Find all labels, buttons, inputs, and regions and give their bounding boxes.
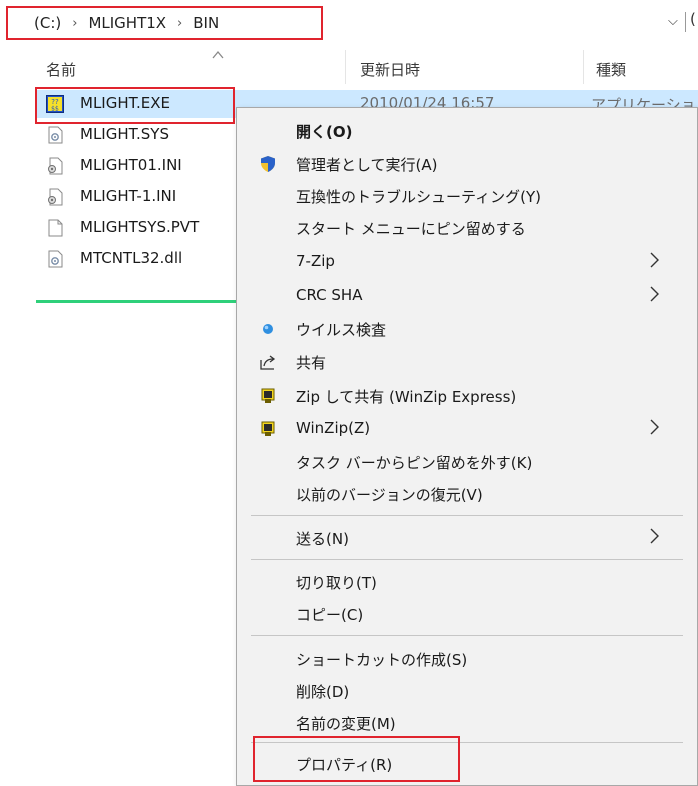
menu-item-label: タスク バーからピン留めを外す(K): [296, 454, 533, 472]
file-name: MLIGHT-1.INI: [80, 187, 177, 205]
uac-shield-icon: [261, 156, 275, 172]
menu-item-zip-and-share[interactable]: Zip して共有 (WinZip Express): [237, 380, 698, 411]
breadcrumb-folder-mlight1x[interactable]: MLIGHT1X: [88, 14, 166, 32]
menu-item-troubleshoot-compatibility[interactable]: 互換性のトラブルシューティング(Y): [237, 180, 698, 211]
menu-item-label: 共有: [296, 354, 327, 372]
file-name: MLIGHT01.INI: [80, 156, 182, 174]
dll-file-icon: [48, 250, 63, 268]
menu-item-label: 切り取り(T): [296, 574, 377, 592]
submenu-arrow-icon: [650, 528, 659, 544]
menu-item-label: スタート メニューにピン留めする: [296, 220, 526, 238]
breadcrumb-separator-icon[interactable]: ›: [177, 16, 182, 31]
menu-item-delete[interactable]: 削除(D): [237, 675, 698, 706]
menu-separator: [251, 559, 683, 560]
address-bar[interactable]: (C:) › MLIGHT1X › BIN ⌵ (: [0, 0, 698, 42]
share-icon: [260, 355, 276, 370]
menu-item-run-as-admin[interactable]: 管理者として実行(A): [237, 148, 698, 179]
menu-item-unpin-taskbar[interactable]: タスク バーからピン留めを外す(K): [237, 446, 698, 477]
menu-item-label: 名前の変更(M): [296, 715, 396, 733]
menu-item-label: 7-Zip: [296, 252, 335, 270]
submenu-arrow-icon: [650, 419, 659, 435]
menu-item-7zip[interactable]: 7-Zip: [237, 246, 698, 277]
breadcrumb-separator-icon[interactable]: ›: [72, 16, 77, 31]
antivirus-icon: [263, 324, 273, 334]
column-header-name[interactable]: 名前: [46, 59, 76, 80]
menu-item-label: 送る(N): [296, 530, 349, 548]
menu-item-rename[interactable]: 名前の変更(M): [237, 707, 698, 738]
highlight-box-properties: [253, 736, 460, 782]
ini-file-icon: [48, 157, 63, 175]
breadcrumb[interactable]: (C:) › MLIGHT1X › BIN: [6, 6, 323, 40]
menu-item-label: 開く(O): [296, 123, 353, 141]
menu-item-pin-to-start[interactable]: スタート メニューにピン留めする: [237, 212, 698, 243]
menu-separator: [251, 515, 683, 516]
file-name: MLIGHTSYS.PVT: [80, 218, 200, 236]
breadcrumb-drive[interactable]: (C:): [34, 14, 61, 32]
menu-item-open[interactable]: 開く(O): [237, 115, 698, 146]
context-menu: 開く(O) 管理者として実行(A) 互換性のトラブルシューティング(Y) スター…: [236, 107, 698, 786]
menu-item-winzip[interactable]: WinZip(Z): [237, 413, 698, 444]
menu-item-label: 削除(D): [296, 683, 350, 701]
file-name: MLIGHT.SYS: [80, 125, 169, 143]
menu-item-label: 以前のバージョンの復元(V): [296, 486, 483, 504]
menu-item-copy[interactable]: コピー(C): [237, 598, 698, 629]
menu-item-label: CRC SHA: [296, 286, 363, 304]
menu-item-label: コピー(C): [296, 606, 364, 624]
highlight-box-selected-file: [35, 87, 235, 124]
breadcrumb-folder-bin[interactable]: BIN: [193, 14, 219, 32]
menu-item-crc-sha[interactable]: CRC SHA: [237, 280, 698, 311]
menu-item-label: WinZip(Z): [296, 419, 371, 437]
sort-ascending-icon: [212, 50, 224, 59]
file-name: MTCNTL32.dll: [80, 249, 183, 267]
blank-file-icon: [48, 219, 63, 237]
menu-item-create-shortcut[interactable]: ショートカットの作成(S): [237, 643, 698, 674]
address-dropdown-icon[interactable]: ⌵: [668, 14, 678, 29]
winzip-icon: [261, 388, 275, 403]
column-divider[interactable]: [583, 50, 584, 84]
ini-file-icon: [48, 188, 63, 206]
sys-file-icon: [48, 126, 63, 144]
menu-item-label: 管理者として実行(A): [296, 156, 438, 174]
winzip-icon: [261, 421, 275, 436]
column-header-date[interactable]: 更新日時: [360, 59, 420, 80]
menu-item-label: Zip して共有 (WinZip Express): [296, 388, 517, 406]
menu-item-label: 互換性のトラブルシューティング(Y): [296, 188, 541, 206]
menu-item-send-to[interactable]: 送る(N): [237, 522, 698, 553]
menu-item-label: ウイルス検査: [296, 321, 387, 339]
menu-item-restore-previous-versions[interactable]: 以前のバージョンの復元(V): [237, 478, 698, 509]
address-divider: [685, 12, 686, 32]
submenu-arrow-icon: [650, 252, 659, 268]
column-header-type[interactable]: 種類: [596, 59, 626, 80]
menu-separator: [251, 635, 683, 636]
menu-item-label: ショートカットの作成(S): [296, 651, 468, 669]
menu-item-share[interactable]: 共有: [237, 346, 698, 377]
column-divider[interactable]: [345, 50, 346, 84]
submenu-arrow-icon: [650, 286, 659, 302]
menu-item-cut[interactable]: 切り取り(T): [237, 566, 698, 597]
search-box-edge[interactable]: (: [690, 10, 696, 28]
menu-item-virus-scan[interactable]: ウイルス検査: [237, 313, 698, 344]
